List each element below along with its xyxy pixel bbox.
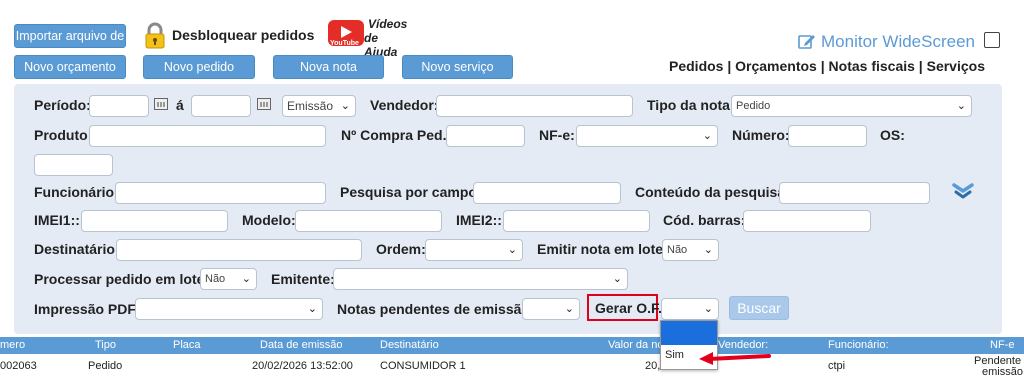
period-start-input[interactable] [89,95,149,117]
notas-pendentes-select[interactable]: ⌄ [522,298,580,320]
processar-lote-label: Processar pedido em lote: [34,271,210,287]
chevron-down-icon: ⌄ [703,244,713,256]
emitir-lote-select[interactable]: Não ⌄ [662,239,719,261]
edit-icon [798,32,816,50]
imei2-label: IMEI2:: [456,212,502,228]
chevron-down-icon: ⌄ [564,303,574,315]
new-budget-button[interactable]: Novo orçamento [14,55,126,79]
youtube-icon[interactable]: YouTube Vídeos de Ajuda [328,16,408,59]
chevron-down-icon: ⌄ [241,273,251,285]
period-a-label: á [176,97,184,113]
funcionario-label: Funcionário: [34,184,119,200]
cod-barras-label: Cód. barras: [663,212,746,228]
buscar-button[interactable]: Buscar [729,296,789,320]
periodo-label: Período: [34,97,91,113]
modelo-input[interactable] [295,210,442,232]
monitor-widescreen-label: Monitor WideScreen [821,32,976,51]
vendedor-input[interactable] [436,95,633,117]
checkbox-icon[interactable] [984,32,1000,48]
gerar-of-label: Gerar O.F. [595,300,662,316]
row-numero: 002063 [0,360,37,372]
processar-lote-select[interactable]: Não ⌄ [200,268,257,290]
expand-chevron-icon[interactable] [952,182,974,200]
col-valor[interactable]: Valor da no [608,339,663,351]
funcionario-input[interactable] [115,182,326,204]
col-tipo[interactable]: Tipo [95,339,116,351]
compra-ped-input[interactable] [446,125,525,147]
tipo-nota-select[interactable]: Pedido ⌄ [731,95,972,117]
dropdown-option-sim[interactable]: Sim [665,349,684,361]
period-end-input[interactable] [191,95,251,117]
compra-ped-label: Nº Compra Ped.: [341,127,452,143]
unlock-orders-link[interactable]: Desbloquear pedidos [172,27,314,43]
col-data-emissao[interactable]: Data de emissão [260,339,343,351]
lock-icon [144,22,166,50]
imei2-input[interactable] [503,210,650,232]
pesquisa-campo-label: Pesquisa por campo: [340,184,482,200]
col-nfe[interactable]: NF-e [990,339,1014,351]
row-valor: 20, [645,360,661,372]
notas-pendentes-label: Notas pendentes de emissão: [337,301,535,317]
gerar-of-select[interactable]: ⌄ [661,298,719,320]
nfe-select[interactable]: ⌄ [576,125,718,147]
chevron-down-icon: ⌄ [956,100,966,112]
col-numero[interactable]: mero [0,339,25,351]
chevron-down-icon: ⌄ [703,303,713,315]
destinatario-label: Destinatário: [34,241,120,257]
impressao-pdf-label: Impressão PDF: [34,301,141,317]
dropdown-option-empty[interactable] [661,321,717,345]
os-label: OS: [880,127,905,143]
row-funcionario: ctpi [828,360,846,372]
tipo-nota-label: Tipo da nota: [647,97,735,113]
emitente-label: Emitente: [271,271,335,287]
chevron-down-icon: ⌄ [340,100,350,112]
produto-label: Produto: [34,127,93,143]
col-placa[interactable]: Placa [173,339,201,351]
calendar-icon[interactable] [257,98,271,110]
nfe-label: NF-e: [539,127,575,143]
os-input[interactable] [34,154,113,176]
col-funcionario[interactable]: Funcionário: [828,339,889,351]
table-row[interactable] [0,354,1024,376]
pesquisa-campo-input[interactable] [473,182,621,204]
imei1-input[interactable] [81,210,228,232]
top-nav-links[interactable]: Pedidos | Orçamentos | Notas fiscais | S… [669,58,985,74]
chevron-down-icon: ⌄ [307,303,317,315]
col-destinatario[interactable]: Destinatário [380,339,439,351]
calendar-icon[interactable] [154,98,168,110]
emitir-lote-label: Emitir nota em lote: [537,241,668,257]
emitente-select[interactable]: ⌄ [333,268,628,290]
row-tipo: Pedido [88,360,123,372]
cod-barras-input[interactable] [743,210,871,232]
conteudo-pesquisa-label: Conteúdo da pesquisa: [635,184,790,200]
destinatario-input[interactable] [116,239,362,261]
ordem-label: Ordem: [376,241,426,257]
vendedor-label: Vendedor: [370,97,439,113]
video-help-line1: Vídeos [368,17,408,31]
filter-panel [14,84,1002,334]
red-arrow-icon [697,348,771,366]
modelo-label: Modelo: [242,212,296,228]
ordem-select[interactable]: ⌄ [425,239,523,261]
date-type-select[interactable]: Emissão ⌄ [282,95,356,117]
imei1-label: IMEI1:: [34,212,80,228]
chevron-down-icon: ⌄ [507,244,517,256]
row-nfe-line2: emissão [982,366,1023,378]
chevron-down-icon: ⌄ [702,130,712,142]
new-invoice-button[interactable]: Nova nota [273,55,384,79]
row-destinatario: CONSUMIDOR 1 [380,360,466,372]
numero-label: Número: [732,127,790,143]
new-order-button[interactable]: Novo pedido [143,55,255,79]
conteudo-pesquisa-input[interactable] [779,182,930,204]
chevron-down-icon: ⌄ [612,273,622,285]
import-file-button[interactable]: Importar arquivo de [14,24,126,48]
numero-input[interactable] [788,125,867,147]
impressao-pdf-select[interactable]: ⌄ [135,298,323,320]
new-service-button[interactable]: Novo serviço [402,55,513,79]
produto-input[interactable] [89,125,326,147]
row-data: 20/02/2026 13:52:00 [252,360,353,372]
